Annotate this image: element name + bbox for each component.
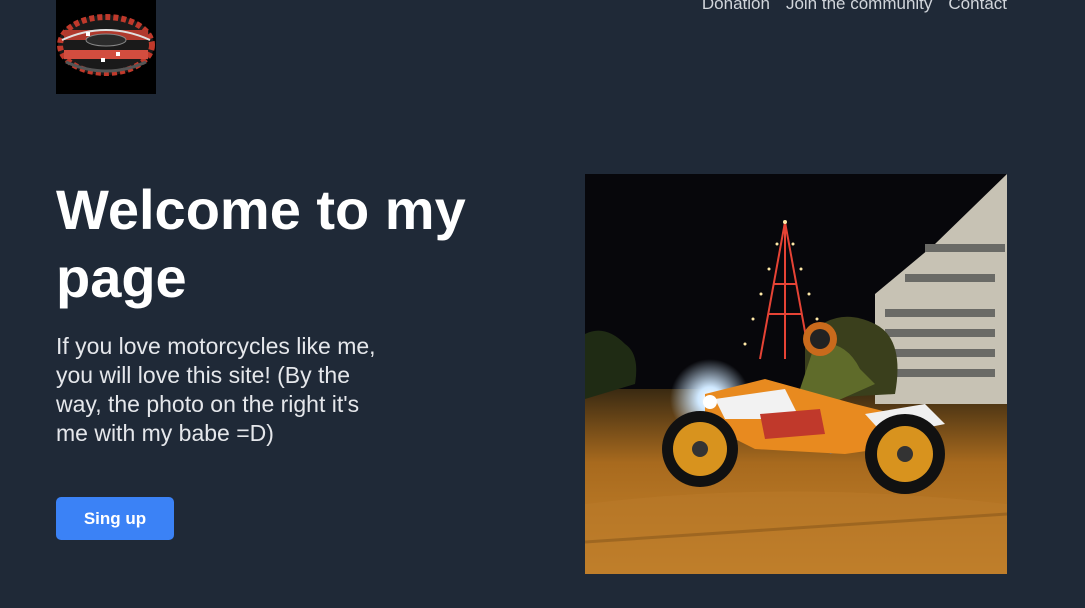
hero-description: If you love motorcycles like me, you wil… <box>56 333 376 446</box>
hero-title: Welcome to my page <box>56 178 466 309</box>
nav-donation-link[interactable]: Donation <box>702 0 770 14</box>
signup-button[interactable]: Sing up <box>56 497 174 540</box>
hero-photo <box>585 174 1007 574</box>
helmet-logo-icon <box>56 0 156 94</box>
page: Donation Join the community Contact Welc… <box>0 0 1085 608</box>
motorcycle-photo-illustration <box>585 174 1007 574</box>
site-logo[interactable] <box>56 0 156 94</box>
nav-contact-link[interactable]: Contact <box>948 0 1007 14</box>
main-nav: Donation Join the community Contact <box>702 0 1007 14</box>
nav-community-link[interactable]: Join the community <box>786 0 932 14</box>
